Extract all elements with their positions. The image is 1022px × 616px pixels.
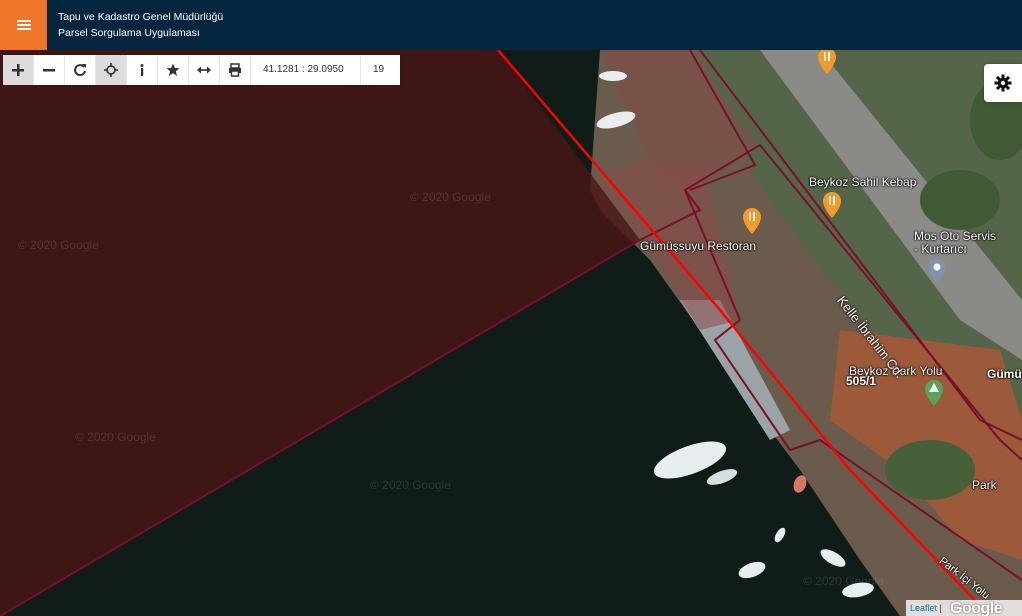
map-canvas[interactable]: © 2020 Google © 2020 Google © 2020 Googl…	[0, 50, 1022, 616]
refresh-button[interactable]	[65, 55, 96, 85]
coordinates-field[interactable]: 41.1281 : 29.0950	[251, 55, 361, 85]
favorite-button[interactable]	[158, 55, 189, 85]
google-watermark: © 2020 Google	[803, 574, 884, 588]
place-label-oto-servis-2[interactable]: - Kurtarıcı	[914, 242, 967, 256]
refresh-icon	[74, 64, 86, 77]
print-button[interactable]	[220, 55, 251, 85]
app-title: Tapu ve Kadastro Genel Müdürlüğü Parsel …	[58, 9, 223, 41]
zoom-out-button[interactable]	[34, 55, 65, 85]
zoom-level-field[interactable]: 19	[361, 55, 400, 85]
restaurant-pin-icon[interactable]	[823, 192, 841, 218]
info-icon	[140, 64, 144, 76]
google-watermark: © 2020 Google	[18, 238, 99, 252]
location-pin-icon[interactable]	[928, 258, 946, 284]
google-logo: Google	[950, 600, 1003, 616]
menu-button[interactable]	[0, 0, 47, 50]
plus-icon	[12, 64, 24, 76]
measure-icon	[197, 66, 211, 74]
place-label-oto-servis[interactable]: Mos Oto Servis	[914, 229, 996, 243]
info-button[interactable]	[127, 55, 158, 85]
google-watermark: © 2020 Google	[410, 190, 491, 204]
settings-button[interactable]	[984, 64, 1022, 102]
app-title-line2: Parsel Sorgulama Uygulaması	[58, 27, 200, 39]
attribution-separator: |	[937, 603, 942, 613]
place-label-gumus[interactable]: Gümü	[987, 367, 1022, 381]
restaurant-pin-icon[interactable]	[818, 50, 836, 74]
place-label-restaurant[interactable]: Gümüşsuyu Restoran	[640, 239, 756, 253]
hamburger-icon	[16, 20, 31, 30]
minus-icon	[43, 69, 55, 72]
app-header: Tapu ve Kadastro Genel Müdürlüğü Parsel …	[0, 0, 1022, 50]
zoom-in-button[interactable]	[3, 55, 34, 85]
locate-button[interactable]	[96, 55, 127, 85]
leaflet-link[interactable]: Leaflet	[910, 603, 937, 613]
google-watermark: © 2020 Google	[75, 430, 156, 444]
map-toolbar: 41.1281 : 29.0950 19	[3, 55, 400, 85]
app-title-line1: Tapu ve Kadastro Genel Müdürlüğü	[58, 11, 224, 23]
place-label-kebap[interactable]: Beykoz Sahil Kebap	[809, 175, 916, 189]
crosshair-icon	[104, 63, 118, 77]
measure-button[interactable]	[189, 55, 220, 85]
google-watermark: © 2020 Google	[370, 478, 451, 492]
restaurant-pin-icon[interactable]	[743, 208, 761, 234]
print-icon	[229, 63, 241, 77]
place-label-park[interactable]: Park	[972, 478, 997, 492]
gear-icon	[994, 74, 1012, 92]
parcel-label[interactable]: 505/1	[846, 374, 876, 388]
park-pin-icon[interactable]	[925, 380, 943, 406]
star-icon	[166, 63, 180, 76]
